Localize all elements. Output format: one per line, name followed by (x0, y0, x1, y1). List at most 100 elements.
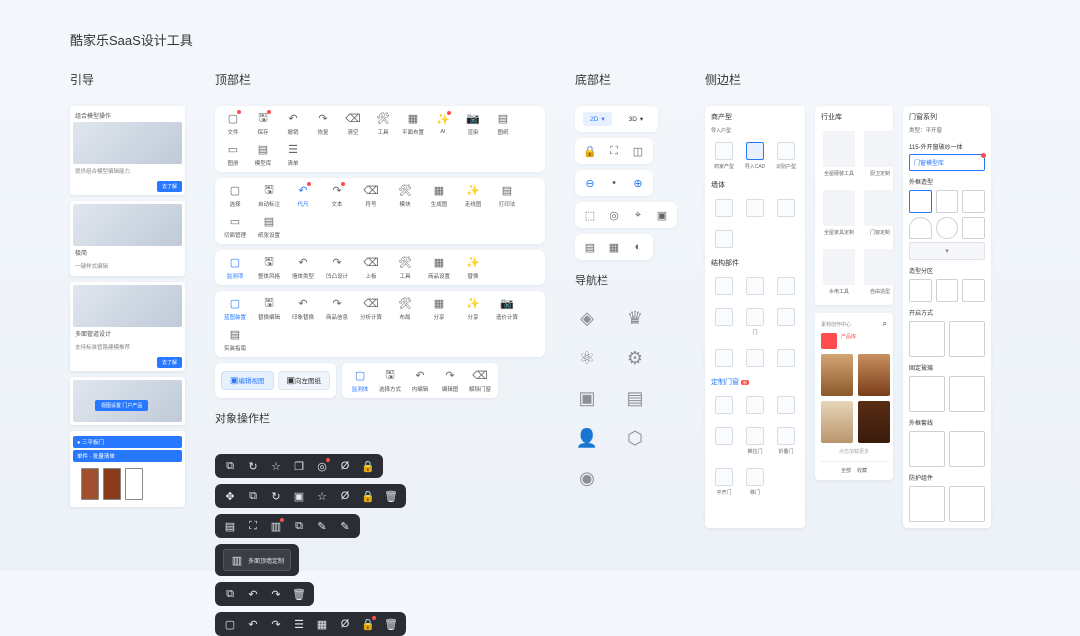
custom-item[interactable] (711, 423, 737, 459)
image-icon[interactable]: ▦ (607, 240, 621, 254)
custom-item[interactable] (773, 392, 799, 418)
undo-icon[interactable]: ↶ (246, 587, 260, 601)
custom-item[interactable]: 平开门 (711, 464, 737, 500)
industry-item[interactable]: 自由造型 (862, 245, 898, 299)
edit-icon[interactable]: ✎ (338, 519, 352, 533)
copy-icon[interactable]: ⧉ (246, 489, 260, 503)
toolbar-button-0[interactable]: ▢监测体 (348, 368, 372, 393)
custom-item[interactable]: 移门 (742, 464, 768, 500)
guide-card-4[interactable]: 视图设置 门户产品 (70, 377, 185, 425)
toolbar-button-7[interactable]: ✨替换 (459, 255, 487, 280)
expand-icon[interactable]: ⛶ (607, 144, 621, 158)
guide-cta-button[interactable]: 去了解 (157, 181, 182, 192)
frame-shape-rect[interactable] (909, 190, 932, 213)
struct-item[interactable]: 门 (742, 304, 768, 340)
toolbar-button-10[interactable]: ▭切面管理 (221, 214, 249, 239)
toolbar-button-1[interactable]: 🖫保存 (251, 111, 275, 136)
zoom-in-icon[interactable]: ⊕ (631, 176, 645, 190)
lock-icon[interactable]: 🔒 (361, 617, 375, 631)
struct-item[interactable] (773, 273, 799, 299)
struct-item[interactable] (711, 304, 737, 340)
toolbar-button-5[interactable]: 🛠布局 (391, 296, 419, 321)
toolbar-button-2[interactable]: ↶墙体类型 (289, 255, 317, 280)
wall-icon[interactable]: ▥ (269, 519, 283, 533)
move-icon[interactable]: ✥ (223, 489, 237, 503)
struct-item[interactable] (773, 304, 799, 340)
toolbar-button-6[interactable]: ▦分享 (425, 296, 453, 321)
toolbar-button-4[interactable]: ⌫符号 (357, 183, 385, 208)
import-cad-item[interactable]: 导入CAD (742, 138, 768, 174)
globe-icon[interactable]: ◎ (607, 208, 621, 222)
toolbar-button-4[interactable]: ⌫上板 (357, 255, 385, 280)
toolbar-button-4[interactable]: ⌫清空 (341, 111, 365, 136)
guard-option[interactable] (949, 486, 985, 522)
layers-icon[interactable]: ▤ (583, 240, 597, 254)
toolbar-button-9[interactable]: ▤打印法 (493, 183, 521, 208)
guide-card-2[interactable]: 极简 一键样式编辑 (70, 201, 185, 276)
lock-icon[interactable]: 🔒 (361, 459, 375, 473)
copy-icon[interactable]: ⧉ (292, 519, 306, 533)
custom-item[interactable] (742, 392, 768, 418)
industry-item[interactable]: 全屋硬装工具 (821, 127, 857, 181)
toolbar-button-5[interactable]: 🛠工具 (391, 255, 419, 280)
hide-icon[interactable]: Ø (338, 489, 352, 503)
door-thumb-1[interactable] (81, 468, 99, 500)
struct-item[interactable] (742, 273, 768, 299)
trash-icon[interactable]: 🗑 (384, 489, 398, 503)
copy-icon[interactable]: ⧉ (223, 587, 237, 601)
toolbar-button-3[interactable]: ↷文本 (323, 183, 351, 208)
refresh-icon[interactable]: ↻ (269, 489, 283, 503)
industry-item[interactable]: 全屋家具定制 (821, 186, 857, 240)
struct-item[interactable] (742, 345, 768, 371)
frame-shape[interactable] (962, 217, 985, 240)
wall-item[interactable] (711, 226, 737, 252)
toolbar-button-3[interactable]: ↷编辑图 (438, 368, 462, 393)
toolbar-button-8[interactable]: 📷渲染 (461, 111, 485, 136)
open-option[interactable] (949, 321, 985, 357)
door-thumb-2[interactable] (103, 468, 121, 500)
view-2d-button[interactable]: 2D ▾ (583, 112, 612, 126)
open-option[interactable] (909, 321, 945, 357)
lib-thumb[interactable] (858, 401, 890, 443)
undo-icon[interactable]: ↶ (246, 617, 260, 631)
zoom-out-icon[interactable]: ⊖ (583, 176, 597, 190)
wall-item[interactable] (742, 195, 768, 221)
cube-icon[interactable]: ◈ (575, 306, 599, 330)
shield-icon[interactable]: ⬡ (623, 426, 647, 450)
frame-shape[interactable] (936, 190, 959, 213)
toolbar-button-6[interactable]: ▦平面布置 (401, 111, 425, 136)
toolbar-button-11[interactable]: ▤纸张设置 (255, 214, 283, 239)
node-icon[interactable]: ⚛ (575, 346, 599, 370)
door-thumb-3[interactable] (125, 468, 143, 500)
lib-all-button[interactable]: 全部 (841, 467, 851, 474)
guard-option[interactable] (909, 486, 945, 522)
frame-icon[interactable]: ▢ (223, 617, 237, 631)
toolbar-button-7[interactable]: ✨AI (431, 112, 455, 135)
lib-thumb[interactable] (858, 354, 890, 396)
group-icon[interactable]: ❐ (292, 459, 306, 473)
toolbar-button-5[interactable]: 🛠模块 (391, 183, 419, 208)
lock-icon[interactable]: 🔒 (361, 489, 375, 503)
toolbar-button-3[interactable]: ↷商品信息 (323, 296, 351, 321)
view-3d-button[interactable]: 3D ▾ (622, 112, 651, 126)
star-icon[interactable]: ☆ (315, 489, 329, 503)
toolbar-button-2[interactable]: ↶代尺 (289, 183, 317, 208)
toolbar-button-0[interactable]: ▢文件 (221, 111, 245, 136)
toolbar-button-0[interactable]: ▢蓝图装置 (221, 296, 249, 321)
toolbar-button-1[interactable]: ▣向左图纸 (278, 371, 331, 390)
industry-item[interactable]: 门窗定制 (862, 186, 898, 240)
focus-icon[interactable]: ⌖ (631, 208, 645, 222)
crown-icon[interactable]: ♛ (623, 306, 647, 330)
frame-shape-circle[interactable] (936, 217, 959, 240)
toolbar-button-1[interactable]: 🖫选择方式 (378, 368, 402, 393)
toolbar-button-0[interactable]: ▢选择 (221, 183, 249, 208)
load-more[interactable]: 点击加载更多 (821, 448, 887, 455)
list-icon[interactable]: ▤ (623, 386, 647, 410)
toolbar-button-7[interactable]: ✨走线图 (459, 183, 487, 208)
custom-item[interactable]: 折叠门 (773, 423, 799, 459)
copy-icon[interactable]: ⧉ (223, 459, 237, 473)
toolbar-button-11[interactable]: ▤模型库 (251, 142, 275, 167)
frame-shape-arch[interactable] (909, 217, 932, 240)
toolbar-button-1[interactable]: 🖫自动标注 (255, 183, 283, 208)
redo-icon[interactable]: ↷ (269, 587, 283, 601)
